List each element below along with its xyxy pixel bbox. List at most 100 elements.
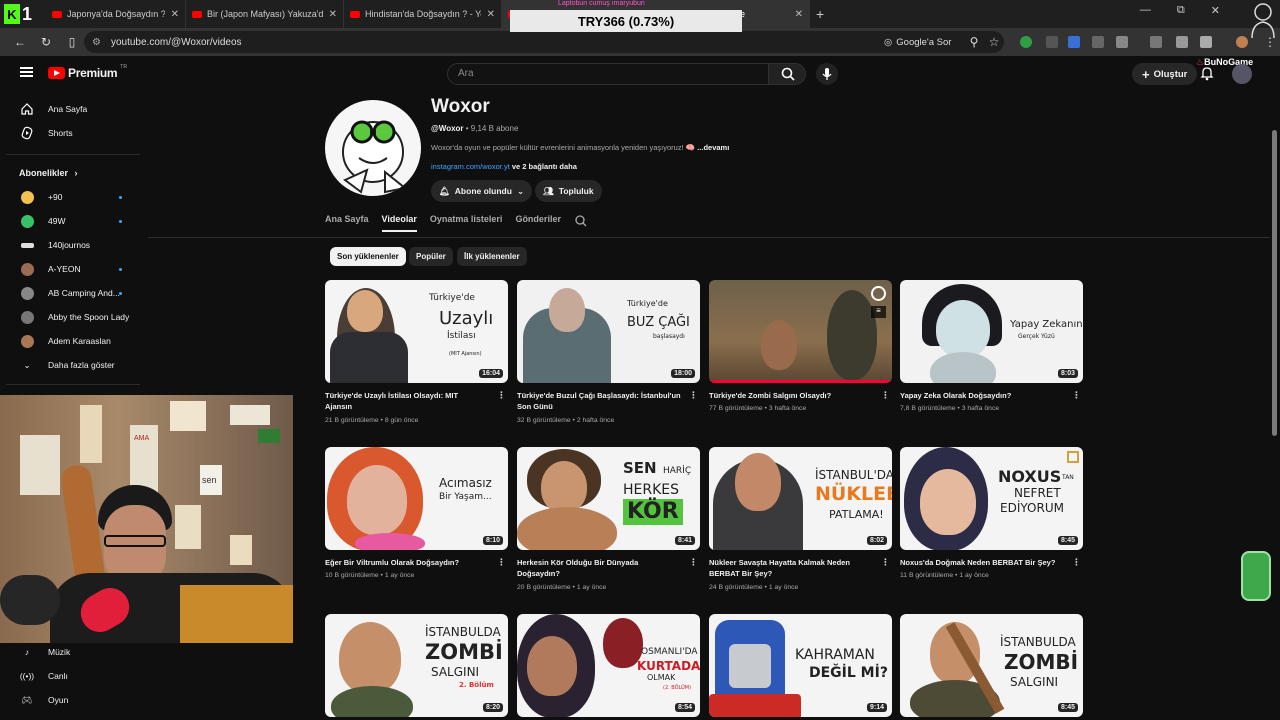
account-avatar[interactable]: [1232, 64, 1252, 84]
sidebar-subscription[interactable]: Adem Karaaslan: [0, 329, 140, 353]
video-thumbnail[interactable]: İSTANBULDA ZOMBİ SALGINI 2. Bölüm 8:20: [325, 614, 508, 717]
video-thumbnail[interactable]: Türkiye'de Uzaylı İstilası (MIT Ajansın)…: [325, 280, 508, 383]
video-card[interactable]: SEN HARİÇ HERKES KÖR 8:41 Herkesin Kör O…: [517, 447, 700, 591]
more-actions-icon[interactable]: ⋮: [497, 557, 506, 568]
sidebar-subscription[interactable]: A-YEON: [0, 257, 140, 281]
more-actions-icon[interactable]: ⋮: [689, 390, 698, 401]
extension-icon[interactable]: [1092, 36, 1104, 48]
video-thumbnail[interactable]: Acımasız Bir Yaşam... 8:10: [325, 447, 508, 550]
browser-tab[interactable]: Hindistan'da Doğsaydın ? - You ✕: [344, 0, 502, 28]
video-title[interactable]: Eğer Bir Viltrumlu Olarak Doğsaydın?: [325, 557, 485, 568]
close-tab-icon[interactable]: ✕: [171, 9, 179, 20]
more-actions-icon[interactable]: ⋮: [689, 557, 698, 568]
channel-description[interactable]: Woxor'da oyun ve popüler kültür evrenler…: [431, 143, 729, 152]
sidebar-item-home[interactable]: Ana Sayfa: [0, 97, 140, 121]
tab-playlists[interactable]: Oynatma listeleri: [430, 214, 503, 232]
video-thumbnail[interactable]: NOXUS TAN NEFRET EDİYORUM 8:45: [900, 447, 1083, 550]
extensions-puzzle-icon[interactable]: [1116, 36, 1128, 48]
community-button[interactable]: 👥︎ Topluluk: [535, 180, 602, 202]
video-thumbnail[interactable]: ≡: [709, 280, 892, 383]
voice-search-button[interactable]: [816, 63, 838, 85]
extension-icon[interactable]: [1068, 36, 1080, 48]
video-card[interactable]: NOXUS TAN NEFRET EDİYORUM 8:45 Noxus'da …: [900, 447, 1083, 579]
bookmark-star-icon[interactable]: ☆: [982, 35, 1006, 49]
sidebar-subscription[interactable]: 140journos: [0, 233, 140, 257]
sidebar-item-shorts[interactable]: Shorts: [0, 121, 140, 145]
video-card[interactable]: OSMANLI'DA KURTADAM OLMAK (2. BÖLÜM) 8:5…: [517, 614, 700, 717]
sidebar-item-music[interactable]: ♪ Müzik: [0, 640, 140, 664]
subscribed-button[interactable]: 🔔︎ Abone olundu ⌄: [431, 180, 533, 202]
tab-posts[interactable]: Gönderiler: [515, 214, 561, 232]
video-title[interactable]: Türkiye'de Uzaylı İstilası Olsaydı: MIT …: [325, 390, 485, 412]
tab-videos[interactable]: Videolar: [381, 214, 417, 232]
extension-icon[interactable]: [1150, 36, 1162, 48]
new-tab-button[interactable]: +: [816, 6, 824, 22]
video-card[interactable]: Yapay Zekanın Gerçek Yüzü 8:03 Yapay Zek…: [900, 280, 1083, 412]
browser-tab[interactable]: Bir (Japon Mafyası) Yakuza'da D✕: [186, 0, 344, 28]
restore-icon[interactable]: ⧉: [1177, 4, 1185, 17]
address-bar[interactable]: ⚙ youtube.com/@Woxor/videos: [84, 31, 1004, 53]
video-title[interactable]: Noxus'da Doğmak Neden BERBAT Bir Şey?: [900, 557, 1060, 568]
sidebar-subscription[interactable]: Abby the Spoon Lady: [0, 305, 140, 329]
reload-icon[interactable]: ↻: [34, 35, 58, 49]
chip-popular[interactable]: Popüler: [409, 247, 453, 266]
more-actions-icon[interactable]: ⋮: [881, 557, 890, 568]
video-thumbnail[interactable]: Türkiye'de BUZ ÇAĞI başlasaydı 18:00: [517, 280, 700, 383]
translate-icon[interactable]: [1176, 36, 1188, 48]
search-button[interactable]: [768, 63, 806, 85]
add-to-queue-icon[interactable]: ≡: [871, 306, 886, 318]
video-thumbnail[interactable]: OSMANLI'DA KURTADAM OLMAK (2. BÖLÜM) 8:5…: [517, 614, 700, 717]
download-icon[interactable]: [1200, 36, 1212, 48]
youtube-premium-logo[interactable]: Premium TR: [48, 64, 127, 80]
sidebar-subscription[interactable]: 49W: [0, 209, 140, 233]
close-tab-icon[interactable]: ✕: [795, 9, 803, 20]
close-tab-icon[interactable]: ✕: [329, 9, 337, 20]
video-card[interactable]: Türkiye'de BUZ ÇAĞI başlasaydı 18:00 Tür…: [517, 280, 700, 424]
video-title[interactable]: Türkiye'de Buzul Çağı Başlasaydı: İstanb…: [517, 390, 687, 412]
extension-icon[interactable]: [1046, 36, 1058, 48]
video-thumbnail[interactable]: İSTANBUL'DA NÜKLEER PATLAMA! 8:02: [709, 447, 892, 550]
video-title[interactable]: Herkesin Kör Olduğu Bir Dünyada Doğsaydı…: [517, 557, 677, 579]
sidebar-toggle-icon[interactable]: ▯: [60, 35, 84, 49]
subscriptions-heading[interactable]: Abonelikler ›: [19, 168, 78, 178]
sidebar-subscription[interactable]: +90: [0, 185, 140, 209]
back-arrow-icon[interactable]: ←: [8, 35, 32, 49]
channel-links[interactable]: instagram.com/woxor.yt ve 2 bağlantı dah…: [431, 162, 577, 171]
more-actions-icon[interactable]: ⋮: [1072, 390, 1081, 401]
video-card[interactable]: İSTANBULDA ZOMBİ SALGINI 2. Bölüm 8:20: [325, 614, 508, 717]
channel-search-icon[interactable]: [574, 214, 588, 228]
sidebar-item-live[interactable]: ((•)) Canlı: [0, 664, 140, 688]
video-card[interactable]: KAHRAMAN DEĞİL Mİ? 9:14: [709, 614, 892, 717]
show-more-button[interactable]: ⌄ Daha fazla göster: [0, 353, 140, 377]
video-thumbnail[interactable]: KAHRAMAN DEĞİL Mİ? 9:14: [709, 614, 892, 717]
video-thumbnail[interactable]: İSTANBULDA ZOMBİ SALGINI 8:45: [900, 614, 1083, 717]
search-input[interactable]: Ara: [447, 63, 769, 85]
guide-menu-icon[interactable]: [20, 67, 33, 77]
video-card[interactable]: Türkiye'de Uzaylı İstilası (MIT Ajansın)…: [325, 280, 508, 424]
chip-latest[interactable]: Son yüklenenler: [330, 247, 406, 266]
profile-avatar-icon[interactable]: [1236, 36, 1248, 48]
browser-tab[interactable]: Japonya'da Doğsaydın ? - YouT✕: [46, 0, 186, 28]
watch-later-icon[interactable]: [871, 286, 886, 301]
more-actions-icon[interactable]: ⋮: [1072, 557, 1081, 568]
minimize-icon[interactable]: —: [1140, 4, 1151, 17]
site-info-icon[interactable]: ⚙: [92, 37, 101, 48]
video-card[interactable]: İSTANBUL'DA NÜKLEER PATLAMA! 8:02 Nüklee…: [709, 447, 892, 591]
video-title[interactable]: Nükleer Savaşta Hayatta Kalmak Neden BER…: [709, 557, 869, 579]
google-lens-button[interactable]: ◎ Google'a Sor: [884, 32, 951, 52]
create-button[interactable]: + Oluştur: [1132, 63, 1198, 85]
video-card[interactable]: İSTANBULDA ZOMBİ SALGINI 8:45: [900, 614, 1083, 717]
tab-home[interactable]: Ana Sayfa: [325, 214, 369, 232]
close-tab-icon[interactable]: ✕: [487, 9, 495, 20]
video-card[interactable]: Acımasız Bir Yaşam... 8:10 Eğer Bir Vilt…: [325, 447, 508, 579]
video-title[interactable]: Türkiye'de Zombi Salgını Olsaydı?: [709, 390, 869, 401]
video-card[interactable]: ≡ Türkiye'de Zombi Salgını Olsaydı? ⋮ 77…: [709, 280, 892, 412]
more-actions-icon[interactable]: ⋮: [497, 390, 506, 401]
video-title[interactable]: Yapay Zeka Olarak Doğsaydın?: [900, 390, 1060, 401]
page-scrollbar[interactable]: [1272, 130, 1277, 436]
sidebar-item-gaming[interactable]: 🎮︎ Oyun: [0, 688, 140, 712]
sidebar-subscription[interactable]: AB Camping And...: [0, 281, 140, 305]
extension-icon[interactable]: [1020, 36, 1032, 48]
channel-avatar[interactable]: [325, 100, 421, 196]
video-thumbnail[interactable]: SEN HARİÇ HERKES KÖR 8:41: [517, 447, 700, 550]
